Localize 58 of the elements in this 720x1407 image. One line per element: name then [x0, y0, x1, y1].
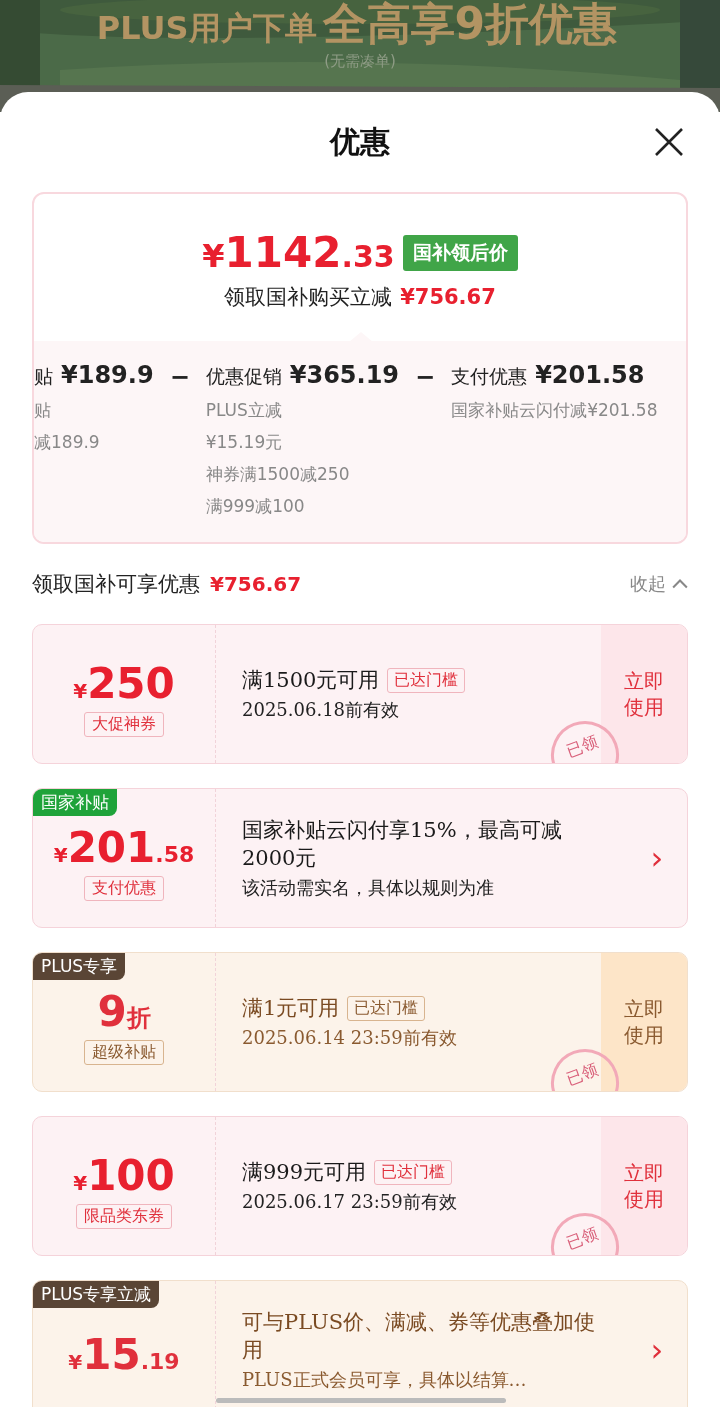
coupon-label: 大促神券: [84, 712, 164, 737]
breakdown-title: 优惠促销: [205, 364, 282, 389]
use-now-button[interactable]: 立即使用: [601, 953, 687, 1091]
use-now-button[interactable]: 立即使用: [601, 625, 687, 763]
section-title: 领取国补可享优惠: [32, 571, 200, 598]
breakdown-line: 满999减100: [205, 495, 306, 518]
saving-label: 领取国补购买立减: [224, 284, 393, 311]
coupon-tag: PLUS专享: [33, 953, 126, 980]
breakdown-line: ¥15.19元: [205, 431, 284, 454]
section-amount: ¥756.67: [210, 572, 302, 596]
threshold-chip: 已达门槛: [347, 995, 426, 1021]
coupon-value: ¥100: [73, 1151, 175, 1200]
coupon-value: ¥250: [73, 659, 175, 708]
use-now-button[interactable]: 立即使用: [601, 1117, 687, 1255]
breakdown-amount: ¥365.19: [289, 361, 400, 389]
sheet-title: 优惠: [330, 122, 390, 161]
coupon-detail: PLUS正式会员可享，具体以结算…: [242, 1368, 528, 1392]
threshold-chip: 已达门槛: [374, 1159, 453, 1185]
breakdown-line: 神券满1500减250: [205, 463, 351, 486]
coupon-detail: 该活动需实名，具体以规则为准: [242, 876, 495, 900]
banner-highlight: 全高享9折优惠: [322, 0, 619, 51]
breakdown-amount: ¥189.9: [61, 361, 154, 389]
saving-amount: ¥756.67: [400, 285, 496, 309]
threshold-chip: 已达门槛: [387, 667, 466, 693]
coupon-detail: 2025.06.17 23:59前有效: [242, 1190, 458, 1214]
collapse-button[interactable]: 收起: [630, 572, 688, 596]
breakdown-title: 支付优惠: [451, 364, 528, 389]
coupon-label: 超级补贴: [84, 1040, 164, 1065]
minus-sign: −: [169, 362, 190, 391]
coupon-condition: 可与PLUS价、满减、券等优惠叠加使用: [242, 1309, 596, 1364]
minus-sign: −: [415, 362, 436, 391]
breakdown-title: 贴: [34, 364, 53, 389]
coupon-value: ¥15.19: [68, 1329, 180, 1379]
coupon-tag: 国家补贴: [33, 789, 117, 816]
close-icon[interactable]: [653, 126, 685, 158]
coupon-detail: 2025.06.18前有效: [242, 698, 401, 722]
coupon-condition: 国家补贴云闪付享15%，最高可减2000元: [242, 817, 563, 872]
coupon-detail: 2025.06.14 23:59前有效: [242, 1026, 458, 1050]
coupon-label: 支付优惠: [84, 876, 164, 901]
coupon-label: 限品类东券: [76, 1204, 172, 1229]
coupon-condition: 满1500元可用: [242, 667, 380, 694]
coupon-value: 9折: [97, 987, 151, 1036]
chevron-right[interactable]: ›: [627, 789, 687, 927]
coupon-condition: 满999元可用: [242, 1159, 367, 1186]
banner-headline: PLUS用户下单: [96, 8, 317, 49]
breakdown-line: PLUS立减: [205, 399, 283, 422]
chevron-right[interactable]: ›: [627, 1281, 687, 1407]
coupon-tag: PLUS专享立减: [33, 1281, 160, 1308]
breakdown-line: 贴: [34, 399, 52, 422]
coupon-condition: 满1元可用: [242, 995, 340, 1022]
coupon-value: ¥201.58: [53, 823, 195, 872]
breakdown-line: 减189.9: [34, 431, 101, 454]
banner-note: (无需凑单): [324, 52, 396, 71]
final-price: ¥1142.33: [202, 228, 395, 277]
breakdown-amount: ¥201.58: [535, 361, 645, 389]
price-badge: 国补领后价: [402, 234, 518, 271]
chevron-icon: [672, 578, 688, 590]
breakdown-line: 国家补贴云闪付减¥201.58: [451, 399, 658, 422]
